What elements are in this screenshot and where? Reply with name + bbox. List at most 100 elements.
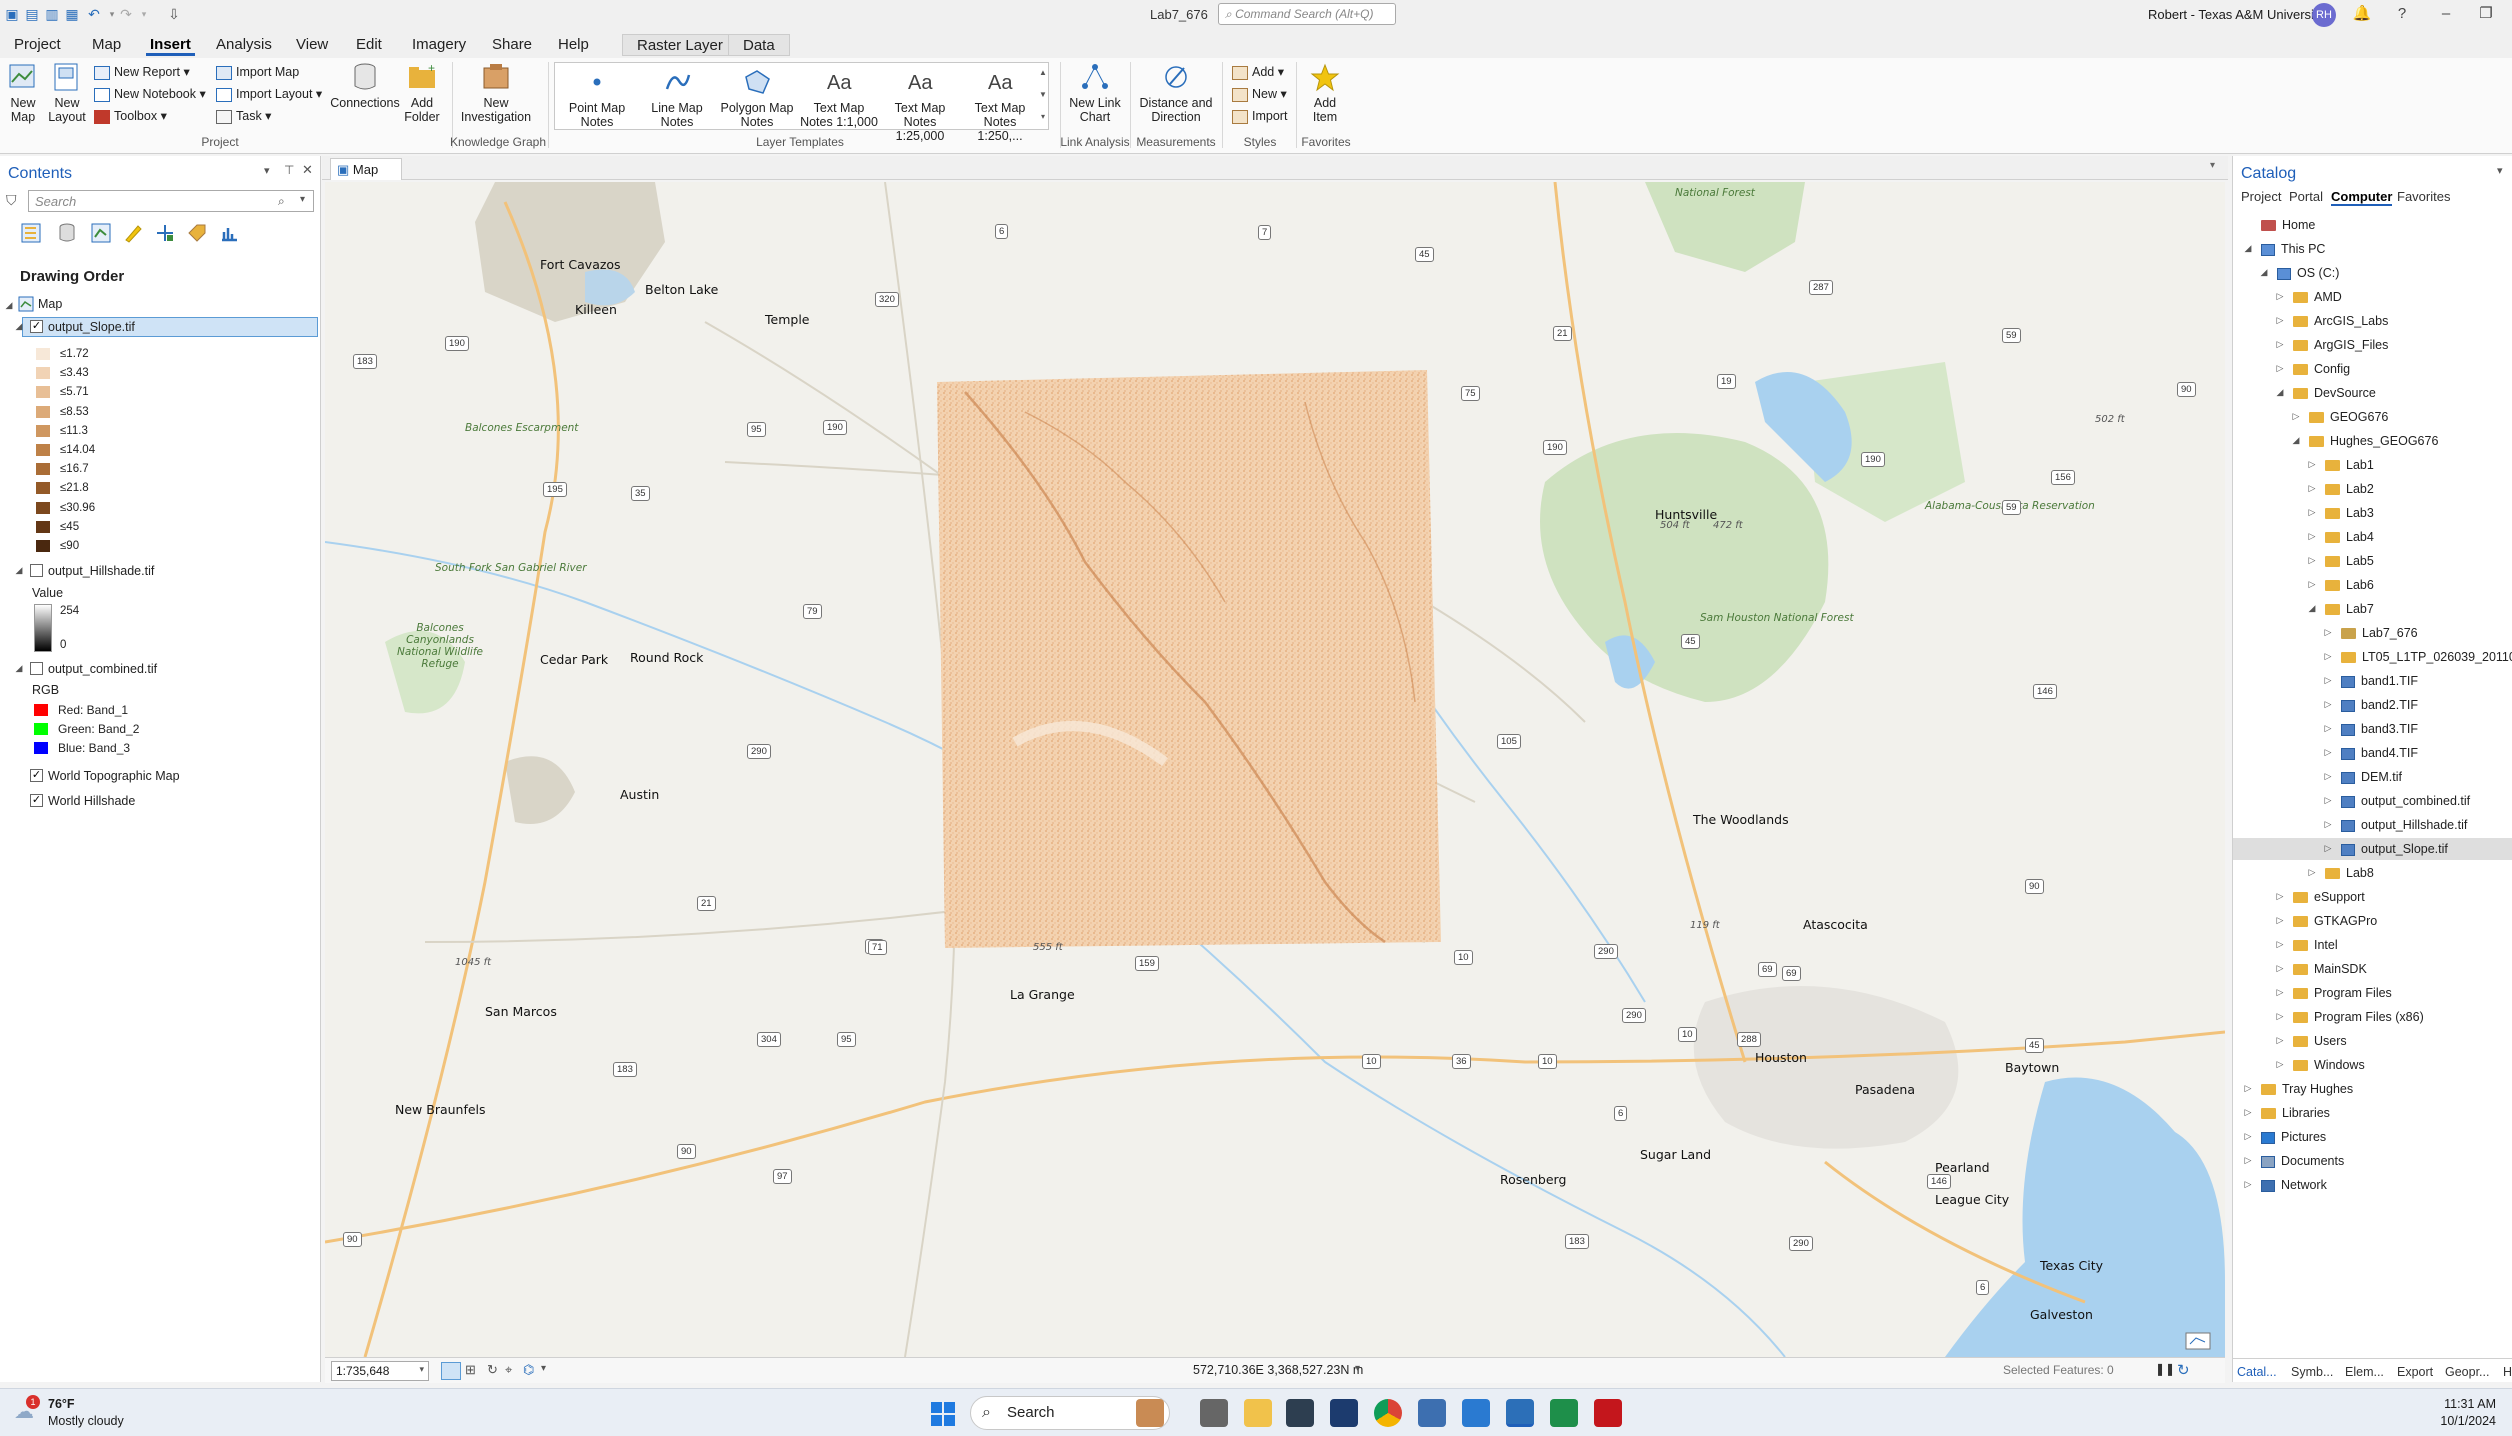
avatar[interactable]: RH <box>2312 3 2336 27</box>
expand-icon[interactable]: ▷ <box>2323 723 2333 734</box>
expand-icon[interactable]: ▷ <box>2275 1011 2285 1022</box>
pin-icon[interactable]: ⊤ <box>284 163 294 177</box>
new-investigation-button[interactable]: New Investigation <box>458 62 534 124</box>
tab-overflow-icon[interactable]: ▾ <box>2210 160 2215 171</box>
collapse-icon[interactable]: ◢ <box>2243 243 2253 254</box>
line-map-notes-button[interactable]: Line Map Notes <box>639 67 715 129</box>
bottom-tab-elements[interactable]: Elem... <box>2345 1365 2384 1379</box>
expand-icon[interactable]: ▷ <box>2307 579 2317 590</box>
expand-icon[interactable]: ▷ <box>2275 987 2285 998</box>
expand-icon[interactable]: ▷ <box>2307 507 2317 518</box>
layer-visibility-checkbox[interactable] <box>30 662 43 675</box>
catalog-item[interactable]: Tray Hughes <box>2261 1080 2353 1098</box>
catalog-item[interactable]: GTKAGPro <box>2293 912 2377 930</box>
chevron-down-icon[interactable]: ▾ <box>1355 1363 1360 1374</box>
catalog-tab-computer[interactable]: Computer <box>2331 189 2393 206</box>
catalog-tab-project[interactable]: Project <box>2241 189 2281 204</box>
expand-icon[interactable]: ▷ <box>2323 843 2333 854</box>
tab-edit[interactable]: Edit <box>352 34 386 56</box>
new-layout-button[interactable]: New Layout <box>46 62 88 124</box>
snapping-icon[interactable] <box>154 222 176 244</box>
catalog-item[interactable]: This PC <box>2261 240 2325 258</box>
legend-swatch[interactable] <box>36 348 50 360</box>
save-as-icon[interactable]: ▦ <box>64 6 80 22</box>
refresh-map-icon[interactable]: ↻ <box>2177 1361 2190 1379</box>
restore-icon[interactable]: ❐ <box>2476 4 2496 24</box>
catalog-item[interactable]: ArgGIS_Files <box>2293 336 2388 354</box>
catalog-item[interactable]: Hughes_GEOG676 <box>2309 432 2438 450</box>
catalog-item[interactable]: OS (C:) <box>2277 264 2339 282</box>
user-name[interactable]: Robert - Texas A&M University <box>2148 7 2324 22</box>
catalog-item[interactable]: AMD <box>2293 288 2342 306</box>
catalog-item[interactable]: output_Hillshade.tif <box>2341 816 2467 834</box>
expand-icon[interactable]: ▷ <box>2275 363 2285 374</box>
chevron-down-icon[interactable]: ▾ <box>541 1363 546 1374</box>
expand-icon[interactable]: ▷ <box>2275 891 2285 902</box>
open-project-icon[interactable]: ▤ <box>24 6 40 22</box>
gallery-scroll[interactable]: ▲ ▼ ▾ <box>1038 62 1048 130</box>
catalog-item[interactable]: Lab7 <box>2325 600 2374 618</box>
expand-icon[interactable]: ▷ <box>2323 651 2333 662</box>
catalog-item[interactable]: Network <box>2261 1176 2327 1194</box>
expand-icon[interactable]: ▷ <box>2243 1155 2253 1166</box>
legend-swatch[interactable] <box>36 367 50 380</box>
collapse-icon[interactable]: ◢ <box>4 300 14 311</box>
filter-icon[interactable]: ⛉ <box>6 192 17 209</box>
pane-options-icon[interactable]: ▾ <box>264 164 270 177</box>
catalog-item[interactable]: Lab8 <box>2325 864 2374 882</box>
layer-world-hillshade[interactable]: World Hillshade <box>48 792 135 810</box>
catalog-item[interactable]: Program Files <box>2293 984 2392 1002</box>
catalog-item[interactable]: LT05_L1TP_026039_20110819 <box>2341 648 2512 666</box>
import-layout-button[interactable]: Import Layout ▾ <box>216 84 322 104</box>
weather-description[interactable]: Mostly cloudy <box>48 1414 124 1428</box>
collapse-icon[interactable]: ◢ <box>2259 267 2269 278</box>
catalog-item[interactable]: Pictures <box>2261 1128 2326 1146</box>
layer-visibility-checkbox[interactable]: ✓ <box>30 769 43 782</box>
expand-icon[interactable]: ▷ <box>2275 1059 2285 1070</box>
catalog-item[interactable]: Home <box>2261 216 2315 234</box>
collapse-icon[interactable]: ◢ <box>14 663 24 674</box>
task-button[interactable]: Task ▾ <box>216 106 271 126</box>
map-node[interactable]: Map <box>38 295 62 313</box>
catalog-item[interactable]: band3.TIF <box>2341 720 2418 738</box>
add-folder-button[interactable]: + Add Folder <box>402 62 442 124</box>
navigator-icon[interactable]: ⊞ <box>465 1362 476 1378</box>
bottom-tab-catalog[interactable]: Catal... <box>2237 1365 2277 1379</box>
add-item-button[interactable]: Add Item <box>1300 62 1350 124</box>
polygon-map-notes-button[interactable]: Polygon Map Notes <box>719 67 795 129</box>
catalog-item[interactable]: Lab2 <box>2325 480 2374 498</box>
catalog-item[interactable]: band4.TIF <box>2341 744 2418 762</box>
expand-icon[interactable]: ▷ <box>2275 1035 2285 1046</box>
clock-time[interactable]: 11:31 AM <box>2436 1397 2496 1411</box>
text-map-notes-1000-button[interactable]: Aa Text Map Notes 1:1,000 <box>799 67 879 129</box>
bottom-tab-geoprocessing[interactable]: Geopr... <box>2445 1365 2489 1379</box>
map-view-tab[interactable]: ▣ Map ✕ <box>330 158 402 193</box>
selection-icon[interactable] <box>90 222 112 244</box>
customize-toolbar-icon[interactable]: ⇩ <box>166 6 182 22</box>
catalog-item[interactable]: GEOG676 <box>2309 408 2388 426</box>
tab-view[interactable]: View <box>292 34 332 56</box>
vscode-icon[interactable] <box>1462 1399 1490 1427</box>
catalog-item[interactable]: ArcGIS_Labs <box>2293 312 2388 330</box>
collapse-icon[interactable]: ◢ <box>2291 435 2301 446</box>
tab-project[interactable]: Project <box>10 34 65 56</box>
catalog-tab-favorites[interactable]: Favorites <box>2397 189 2450 204</box>
catalog-item[interactable]: Libraries <box>2261 1104 2330 1122</box>
accessibility-icon[interactable]: ⌬ <box>523 1362 534 1378</box>
legend-swatch[interactable] <box>36 444 50 456</box>
expand-icon[interactable]: ▷ <box>2323 675 2333 686</box>
bottom-tab-export[interactable]: Export <box>2397 1365 2433 1379</box>
catalog-item[interactable]: MainSDK <box>2293 960 2367 978</box>
catalog-item[interactable]: band2.TIF <box>2341 696 2418 714</box>
minimize-icon[interactable]: – <box>2436 4 2456 24</box>
connections-button[interactable]: Connections <box>330 62 400 110</box>
catalog-item[interactable]: output_Slope.tif <box>2341 840 2448 858</box>
labeling-icon[interactable] <box>186 222 208 244</box>
catalog-item[interactable]: Lab1 <box>2325 456 2374 474</box>
redo-dropdown-icon[interactable]: ▾ <box>136 6 152 22</box>
legend-swatch[interactable] <box>36 520 50 533</box>
acrobat-icon[interactable] <box>1594 1399 1622 1427</box>
new-notebook-button[interactable]: New Notebook ▾ <box>94 84 206 104</box>
expand-icon[interactable]: ▷ <box>2307 483 2317 494</box>
expand-icon[interactable]: ▷ <box>2275 315 2285 326</box>
